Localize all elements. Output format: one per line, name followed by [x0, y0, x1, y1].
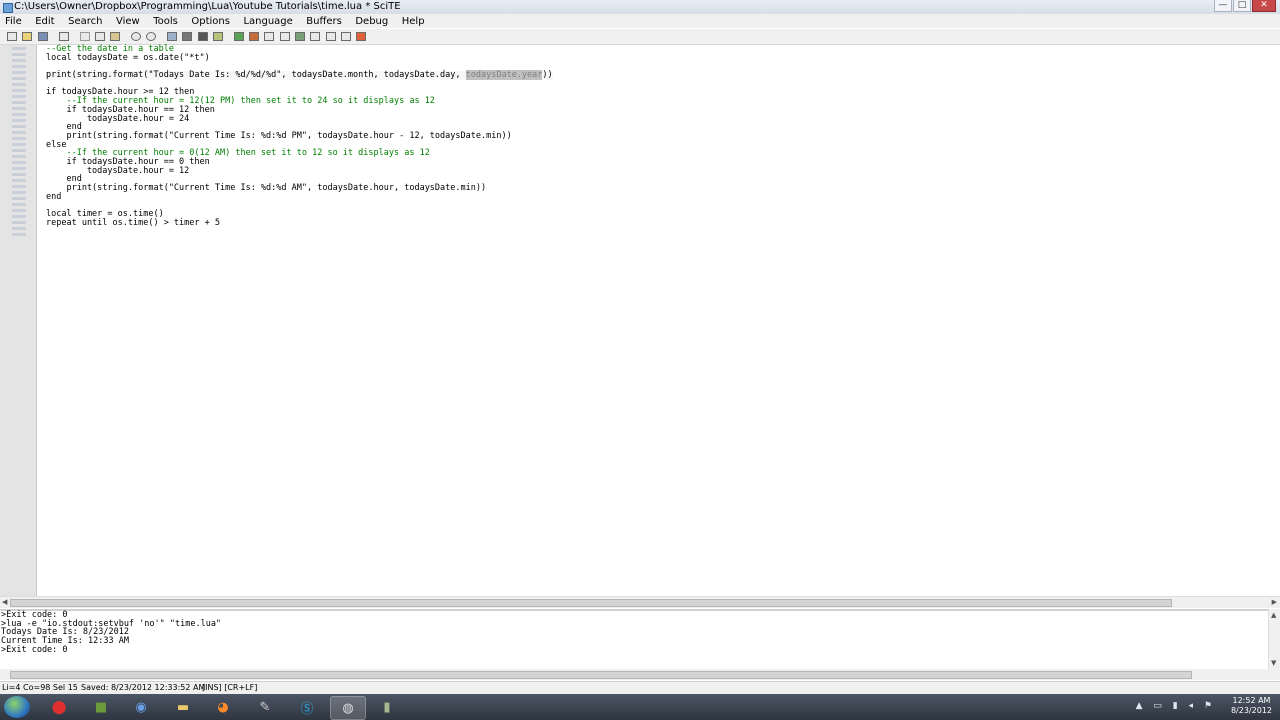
maximize-button[interactable]: □ — [1233, 0, 1251, 12]
menu-file[interactable]: File — [0, 15, 27, 29]
media-icon[interactable]: ◉ — [124, 696, 158, 718]
scrollbar-thumb[interactable] — [10, 671, 1192, 679]
status-saved: Saved: 8/23/2012 12:33:52 AM — [81, 683, 206, 692]
menu-edit[interactable]: Edit — [30, 15, 59, 29]
stop-icon[interactable] — [213, 32, 223, 41]
start-button[interactable] — [4, 696, 30, 718]
firefox-icon[interactable]: ◕ — [206, 696, 240, 718]
prev-message-icon[interactable] — [249, 32, 259, 41]
menu-debug[interactable]: Debug — [350, 15, 393, 29]
save-icon[interactable] — [38, 32, 48, 41]
code-line[interactable]: end — [46, 192, 553, 202]
scroll-up-icon[interactable]: ▲ — [1271, 611, 1276, 619]
window-title: C:\Users\Owner\Dropbox\Programming\Lua\Y… — [14, 1, 401, 12]
undo-icon[interactable] — [326, 32, 336, 41]
go-icon[interactable] — [198, 32, 208, 41]
scite-taskbar-icon[interactable]: ▮ — [370, 696, 404, 718]
output-line: >lua -e "io.stdout:setvbuf 'no'" "time.l… — [1, 618, 222, 629]
menu-options[interactable]: Options — [186, 15, 235, 29]
code-area[interactable]: --Get the date in a table local todaysDat… — [46, 45, 553, 227]
print-icon[interactable] — [59, 32, 69, 41]
menu-bar: File Edit Search View Tools Options Lang… — [0, 14, 1280, 28]
output-vertical-scrollbar[interactable]: ▲ ▼ — [1268, 609, 1280, 669]
build-icon[interactable] — [182, 32, 192, 41]
scroll-down-icon[interactable]: ▼ — [1271, 659, 1276, 667]
code-line[interactable]: repeat until os.time() > timer + 5 — [46, 219, 553, 228]
scroll-left-icon[interactable]: ◀ — [2, 598, 7, 606]
code-line[interactable]: local todaysDate = os.date("*t") — [46, 53, 553, 63]
scroll-right-icon[interactable]: ▶ — [1272, 598, 1277, 606]
scrollbar-thumb[interactable] — [10, 599, 1172, 607]
editor-horizontal-scrollbar[interactable]: ◀ ▶ — [0, 596, 1280, 608]
scite-app-icon — [3, 3, 13, 13]
cut-icon[interactable] — [80, 32, 90, 41]
menu-help[interactable]: Help — [397, 15, 430, 29]
replace-icon[interactable] — [146, 32, 156, 41]
code-line[interactable]: print(string.format("Todays Date Is: %d/… — [46, 70, 553, 81]
recorder-icon[interactable]: ◍ — [330, 696, 366, 720]
output-line: >Exit code: 0 — [1, 644, 68, 655]
find-icon[interactable] — [131, 32, 141, 41]
menu-buffers[interactable]: Buffers — [301, 15, 347, 29]
clock[interactable]: 12:52 AM 8/23/2012 — [1231, 696, 1272, 718]
skype-icon[interactable]: Ⓢ — [290, 696, 324, 718]
code-text: )) — [542, 70, 553, 81]
minimize-button[interactable]: — — [1214, 0, 1232, 12]
code-line[interactable]: todaysDate.hour = 12 — [46, 166, 553, 176]
output-line: Todays Date Is: 8/23/2012 — [1, 627, 129, 638]
opera-icon[interactable]: ⬤ — [42, 696, 76, 718]
output-line: Current Time Is: 12:33 AM — [1, 636, 129, 647]
output-pane[interactable]: >Exit code: 0 >lua -e "io.stdout:setvbuf … — [0, 609, 1268, 671]
output-horizontal-scrollbar[interactable] — [0, 669, 1280, 680]
clock-time: 12:52 AM — [1232, 696, 1271, 705]
status-mode: [INS] [CR+LF] — [202, 683, 258, 692]
status-bar: Li=4 Co=98 Sel 15 Saved: 8/23/2012 12:33… — [0, 681, 1280, 694]
minecraft-icon[interactable]: ■ — [84, 696, 118, 718]
app-icon[interactable]: ✎ — [248, 696, 282, 718]
explorer-icon[interactable]: ▬ — [166, 696, 200, 718]
menu-language[interactable]: Language — [238, 15, 297, 29]
tray-icons[interactable]: ▲ ▭ ▮ ◂ ⚑ — [1136, 701, 1216, 711]
next-message-icon[interactable] — [234, 32, 244, 41]
title-bar: C:\Users\Owner\Dropbox\Programming\Lua\Y… — [0, 0, 1280, 15]
menu-search[interactable]: Search — [63, 15, 107, 29]
menu-view[interactable]: View — [111, 15, 145, 29]
status-position: Li=4 Co=98 Sel 15 — [2, 683, 78, 692]
code-line[interactable]: print(string.format("Current Time Is: %d… — [46, 132, 553, 141]
selected-text[interactable]: todaysDate.year — [465, 70, 543, 81]
clear-output-icon[interactable] — [264, 32, 274, 41]
line-margin[interactable] — [0, 45, 37, 596]
tools-icon[interactable] — [280, 32, 290, 41]
unfold-icon[interactable] — [310, 32, 320, 41]
taskbar: ⬤ ■ ◉ ▬ ◕ ✎ Ⓢ ◍ ▮ ▲ ▭ ▮ ◂ ⚑ 12:52 AM 8/2… — [0, 694, 1280, 720]
toolbar — [0, 29, 1280, 45]
paste-icon[interactable] — [110, 32, 120, 41]
fold-icon[interactable] — [295, 32, 305, 41]
close-button[interactable]: ✕ — [1252, 0, 1276, 12]
clock-date: 8/23/2012 — [1230, 706, 1272, 715]
open-icon[interactable] — [22, 32, 32, 41]
fold-markers[interactable] — [12, 47, 26, 237]
copy-icon[interactable] — [95, 32, 105, 41]
new-icon[interactable] — [7, 32, 17, 41]
code-text: print(string.format("Todays Date Is: %d/… — [46, 70, 466, 81]
code-editor[interactable]: --Get the date in a table local todaysDat… — [0, 45, 1280, 596]
window-controls: — □ ✕ — [1214, 0, 1276, 12]
code-line[interactable]: print(string.format("Current Time Is: %d… — [46, 184, 553, 193]
menu-tools[interactable]: Tools — [148, 15, 183, 29]
code-line[interactable]: todaysDate.hour = 24 — [46, 114, 553, 124]
compile-icon[interactable] — [167, 32, 177, 41]
close-buffer-icon[interactable] — [356, 32, 366, 41]
redo-icon[interactable] — [341, 32, 351, 41]
